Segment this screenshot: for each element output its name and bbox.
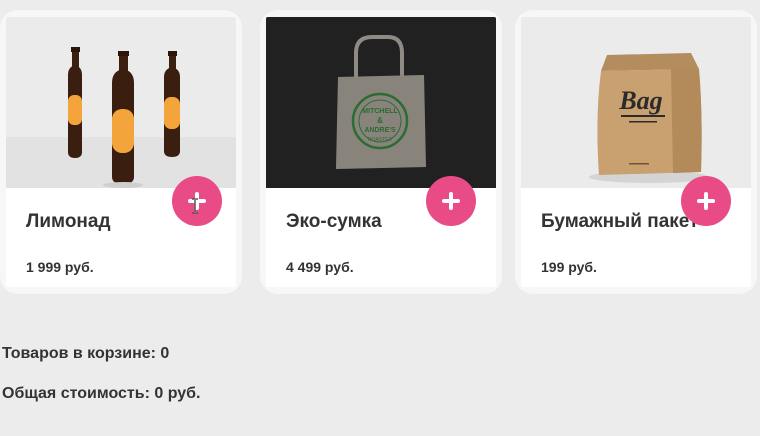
eco-bag-image: MITCHELL & ANDRE'S ROASTER bbox=[266, 17, 496, 188]
add-to-cart-button[interactable] bbox=[426, 176, 476, 226]
svg-text:MITCHELL: MITCHELL bbox=[362, 108, 398, 115]
add-to-cart-button[interactable] bbox=[172, 176, 222, 226]
product-card-lemonade: Лимонад 1 999 руб. bbox=[0, 10, 242, 294]
svg-text:ROASTER: ROASTER bbox=[368, 137, 393, 143]
svg-text:&: & bbox=[377, 116, 383, 125]
lemonade-bottles-image bbox=[6, 17, 236, 188]
product-card-paper-bag: Bag Бумажный пакет 199 руб. bbox=[515, 10, 757, 294]
product-name: Бумажный пакет bbox=[541, 211, 699, 232]
svg-text:ANDRE'S: ANDRE'S bbox=[364, 127, 396, 134]
product-price: 199 руб. bbox=[541, 259, 597, 275]
plus-icon bbox=[426, 176, 476, 226]
plus-icon bbox=[681, 176, 731, 226]
plus-icon bbox=[172, 176, 222, 226]
product-card-eco-bag: MITCHELL & ANDRE'S ROASTER Эко-сумка 4 4… bbox=[260, 10, 502, 294]
product-price: 1 999 руб. bbox=[26, 259, 94, 275]
add-to-cart-button[interactable] bbox=[681, 176, 731, 226]
product-price: 4 499 руб. bbox=[286, 259, 354, 275]
cart-total: Общая стоимость: 0 руб. bbox=[2, 385, 201, 402]
svg-text:Bag: Bag bbox=[618, 86, 662, 115]
cart-count: Товаров в корзине: 0 bbox=[2, 345, 170, 362]
product-card-body: Bag Бумажный пакет 199 руб. bbox=[521, 17, 751, 287]
product-name: Эко-сумка bbox=[286, 211, 382, 232]
product-name: Лимонад bbox=[26, 211, 111, 232]
product-image-paper-bag: Bag bbox=[521, 17, 751, 188]
product-image-eco-bag: MITCHELL & ANDRE'S ROASTER bbox=[266, 17, 496, 188]
product-grid: Лимонад 1 999 руб. MITCHELL & ANDRE'S RO… bbox=[0, 0, 760, 300]
paper-bag-image: Bag bbox=[521, 17, 751, 188]
product-card-body: Лимонад 1 999 руб. bbox=[6, 17, 236, 287]
product-card-body: MITCHELL & ANDRE'S ROASTER Эко-сумка 4 4… bbox=[266, 17, 496, 287]
product-image-lemonade bbox=[6, 17, 236, 188]
